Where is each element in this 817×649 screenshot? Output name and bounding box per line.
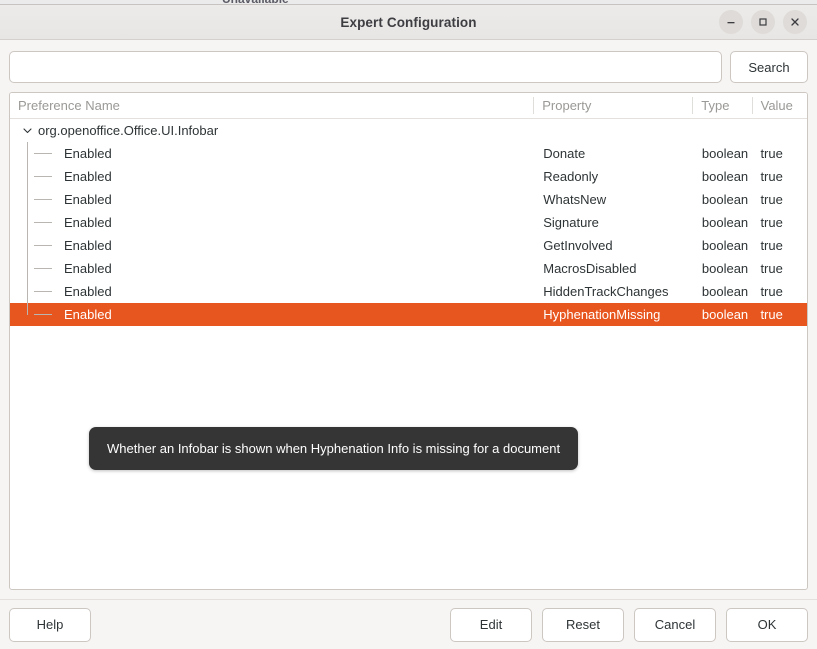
help-button[interactable]: Help [9, 608, 91, 642]
search-button[interactable]: Search [730, 51, 808, 83]
tree-row-label: Enabled [58, 303, 112, 326]
tree-row-name-cell: Enabled [10, 257, 535, 280]
minimize-button[interactable] [719, 10, 743, 34]
column-header-property[interactable]: Property [534, 93, 692, 118]
table-row[interactable]: Enabled HiddenTrackChangesbooleantrue [10, 280, 807, 303]
tree-branch-icon [20, 257, 58, 280]
search-input[interactable] [9, 51, 722, 83]
window-title: Expert Configuration [340, 15, 476, 30]
window-controls [719, 5, 807, 39]
tree-branch-icon [20, 303, 58, 326]
tree-row-label: Enabled [58, 257, 112, 280]
tooltip-text: Whether an Infobar is shown when Hyphena… [107, 441, 560, 456]
tree-row-type-cell: boolean [694, 142, 753, 165]
table-row[interactable]: Enabled Readonlybooleantrue [10, 165, 807, 188]
table-row[interactable]: Enabled MacrosDisabledbooleantrue [10, 257, 807, 280]
dialog-footer: Help Edit Reset Cancel OK [0, 599, 817, 649]
tree-row-property-cell: Readonly [535, 165, 694, 188]
tree-row-value-cell: true [752, 234, 807, 257]
tree-row-property-cell: Signature [535, 211, 694, 234]
cancel-button[interactable]: Cancel [634, 608, 716, 642]
reset-button[interactable]: Reset [542, 608, 624, 642]
column-header-type[interactable]: Type [693, 93, 751, 118]
tree-row-type-cell: boolean [694, 211, 753, 234]
minimize-icon [725, 16, 737, 28]
titlebar: Expert Configuration [0, 5, 817, 40]
tree-column-headers: Preference Name Property Type Value [10, 93, 807, 119]
search-row: Search [9, 40, 808, 92]
tree-group-label: org.openoffice.Office.UI.Infobar [34, 119, 218, 142]
dialog-content: Search Preference Name Property Type Val… [0, 40, 817, 599]
tree-branch-icon [20, 234, 58, 257]
table-row[interactable]: Enabled GetInvolvedbooleantrue [10, 234, 807, 257]
tree-row-property-cell: MacrosDisabled [535, 257, 694, 280]
tree-row-value-cell: true [752, 188, 807, 211]
tree-row-property-cell: HyphenationMissing [535, 303, 694, 326]
tree-row-label: Enabled [58, 188, 112, 211]
close-icon [789, 16, 801, 28]
tree-group-value-cell [752, 119, 807, 142]
tree-row-type-cell: boolean [694, 280, 753, 303]
tree-body[interactable]: org.openoffice.Office.UI.Infobar Enabled… [10, 119, 807, 589]
maximize-button[interactable] [751, 10, 775, 34]
footer-right-buttons: Edit Reset Cancel OK [450, 608, 808, 642]
tree-row-name-cell: Enabled [10, 303, 535, 326]
tree-group-name-cell: org.openoffice.Office.UI.Infobar [10, 119, 535, 142]
tree-branch-icon [20, 142, 58, 165]
tree-branch-icon [20, 165, 58, 188]
tree-row-label: Enabled [58, 165, 112, 188]
chevron-down-icon[interactable] [20, 119, 34, 142]
tree-row-name-cell: Enabled [10, 142, 535, 165]
tree-branch-icon [20, 280, 58, 303]
tree-branch-icon [20, 188, 58, 211]
tree-group-row[interactable]: org.openoffice.Office.UI.Infobar [10, 119, 807, 142]
tree-row-name-cell: Enabled [10, 188, 535, 211]
tree-row-name-cell: Enabled [10, 234, 535, 257]
preferences-tree-panel: Preference Name Property Type Value [9, 92, 808, 590]
ok-button[interactable]: OK [726, 608, 808, 642]
edit-button[interactable]: Edit [450, 608, 532, 642]
tree-row-type-cell: boolean [694, 188, 753, 211]
maximize-icon [757, 16, 769, 28]
tree-row-label: Enabled [58, 142, 112, 165]
column-header-value[interactable]: Value [753, 93, 807, 118]
tree-row-value-cell: true [752, 257, 807, 280]
table-row[interactable]: Enabled Donatebooleantrue [10, 142, 807, 165]
table-row[interactable]: Enabled WhatsNewbooleantrue [10, 188, 807, 211]
tree-row-type-cell: boolean [694, 165, 753, 188]
table-row[interactable]: Enabled HyphenationMissingbooleantrue [10, 303, 807, 326]
tree-row-value-cell: true [752, 303, 807, 326]
tree-row-label: Enabled [58, 211, 112, 234]
tree-group-type-cell [694, 119, 753, 142]
expert-configuration-dialog: Expert Configuration [0, 4, 817, 649]
tooltip: Whether an Infobar is shown when Hyphena… [89, 427, 578, 470]
tree-row-label: Enabled [58, 280, 112, 303]
tree-branch-icon [20, 211, 58, 234]
tree-row-name-cell: Enabled [10, 165, 535, 188]
tree-row-label: Enabled [58, 234, 112, 257]
tree-row-type-cell: boolean [694, 257, 753, 280]
close-button[interactable] [783, 10, 807, 34]
tree-row-type-cell: boolean [694, 303, 753, 326]
tree-row-property-cell: Donate [535, 142, 694, 165]
tree-row-value-cell: true [752, 142, 807, 165]
tree-row-value-cell: true [752, 165, 807, 188]
tree-row-value-cell: true [752, 211, 807, 234]
tree-group-property-cell [535, 119, 694, 142]
tree-rows-container: EnabledDonatebooleantrueEnabledReadonlyb… [10, 142, 807, 326]
tree-row-type-cell: boolean [694, 234, 753, 257]
tree-row-property-cell: HiddenTrackChanges [535, 280, 694, 303]
tree-row-value-cell: true [752, 280, 807, 303]
tree-row-property-cell: GetInvolved [535, 234, 694, 257]
column-header-preference-name[interactable]: Preference Name [10, 93, 533, 118]
tree-row-property-cell: WhatsNew [535, 188, 694, 211]
tree-row-name-cell: Enabled [10, 211, 535, 234]
tree-row-name-cell: Enabled [10, 280, 535, 303]
table-row[interactable]: Enabled Signaturebooleantrue [10, 211, 807, 234]
